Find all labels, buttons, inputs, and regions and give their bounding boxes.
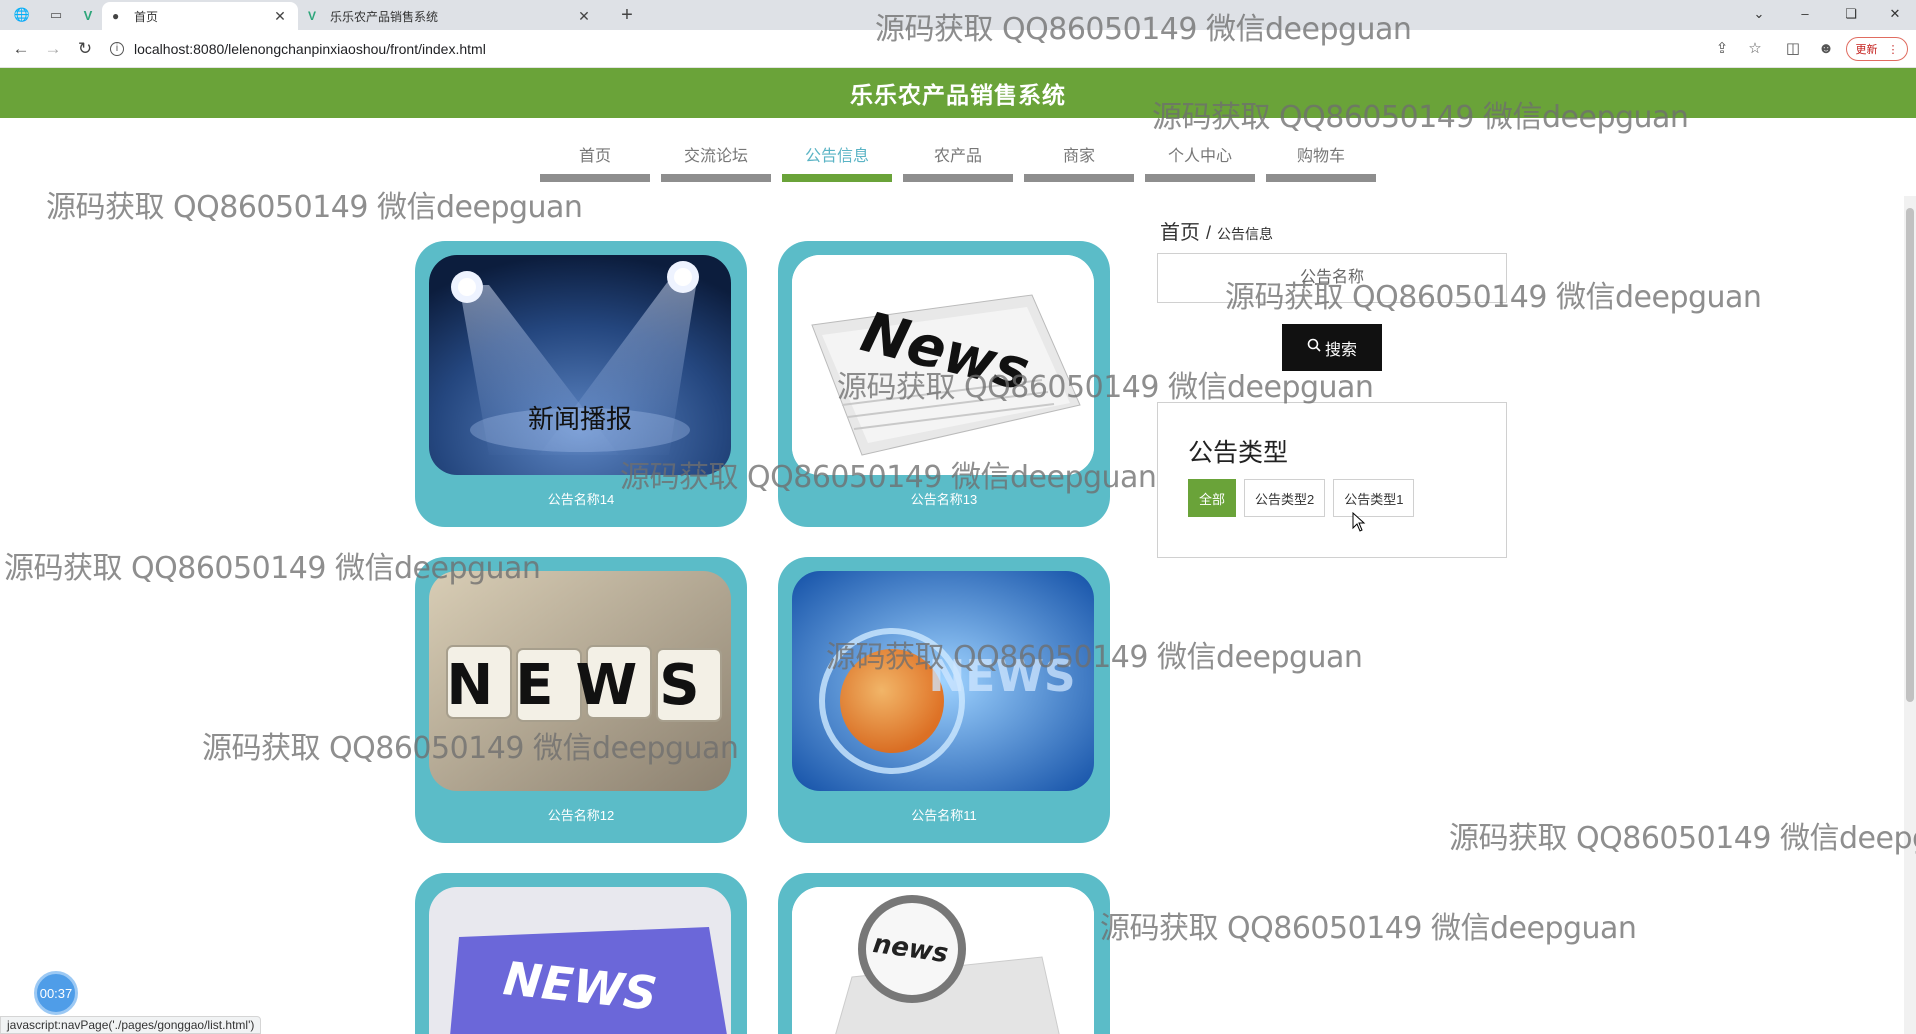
url-text: localhost:8080/lelenongchanpinxiaoshou/f… xyxy=(134,41,486,57)
search-button-label: 搜索 xyxy=(1324,341,1357,359)
breadcrumb-separator: / xyxy=(1206,223,1212,243)
card-title[interactable]: 公告名称13 xyxy=(778,489,1110,508)
tab-title: 首页 xyxy=(134,9,159,24)
pinned-tab-vue-icon[interactable]: V xyxy=(74,4,102,26)
pinned-tab-blank-icon[interactable]: ▭ xyxy=(42,4,70,26)
back-arrow-icon[interactable]: ← xyxy=(10,38,32,60)
announcement-image[interactable]: NEWS xyxy=(429,571,731,791)
nav-announcements[interactable]: 公告信息 xyxy=(782,132,892,182)
close-icon[interactable]: ✕ xyxy=(272,8,288,25)
nav-home[interactable]: 首页 xyxy=(540,132,650,182)
vue-icon: V xyxy=(308,9,317,23)
site-header: 乐乐农产品销售系统 xyxy=(0,68,1916,118)
breadcrumb-current: 公告信息 xyxy=(1217,226,1274,242)
status-bar-link-preview: javascript:navPage('./pages/gonggao/list… xyxy=(0,1016,262,1034)
announcement-card[interactable]: 新闻播报 公告名称14 xyxy=(415,241,747,527)
announcement-image[interactable]: NEWS xyxy=(792,571,1094,791)
address-bar-row: ← → ↻ i localhost:8080/lelenongchanpinxi… xyxy=(0,30,1916,68)
tab-home[interactable]: ● 首页 ✕ xyxy=(102,2,298,30)
minimize-icon[interactable]: – xyxy=(1790,2,1820,26)
image-caption: NEWS xyxy=(446,653,721,718)
page-scrollbar[interactable] xyxy=(1904,196,1916,1034)
window-close-icon[interactable]: ✕ xyxy=(1880,2,1910,26)
card-title[interactable]: 公告名称14 xyxy=(415,489,747,508)
breadcrumb: 首页 / 公告信息 xyxy=(1160,216,1273,245)
announcement-image[interactable]: NEWS xyxy=(429,887,731,1034)
announcement-image[interactable]: news xyxy=(792,887,1094,1034)
nav-personal-center[interactable]: 个人中心 xyxy=(1145,132,1255,182)
profile-avatar-icon[interactable]: ☻ xyxy=(1816,39,1836,59)
announcement-card[interactable]: NEWS 公告名称12 xyxy=(415,557,747,843)
share-icon[interactable]: ⇪ xyxy=(1712,39,1732,59)
tab-search-chevron-icon[interactable]: ⌄ xyxy=(1744,2,1774,26)
search-icon xyxy=(1307,338,1321,357)
globe-icon: ● xyxy=(112,9,120,23)
announcement-name-search-input[interactable] xyxy=(1157,253,1507,303)
type-filter-type1[interactable]: 公告类型1 xyxy=(1333,479,1415,517)
nav-products[interactable]: 农产品 xyxy=(903,132,1013,182)
search-button[interactable]: 搜索 xyxy=(1282,324,1382,371)
announcement-card[interactable]: NEWS xyxy=(415,873,747,1034)
watermark-text: 源码获取 QQ86050149 微信deepguan xyxy=(1100,911,1637,946)
announcement-card[interactable]: news xyxy=(778,873,1110,1034)
type-filter-all[interactable]: 全部 xyxy=(1188,479,1237,517)
recording-timer-badge: 00:37 xyxy=(34,971,78,1015)
url-field[interactable]: i localhost:8080/lelenongchanpinxiaoshou… xyxy=(110,36,1750,62)
mouse-pointer-icon xyxy=(1352,512,1366,532)
announcement-card[interactable]: NEWS 公告名称11 xyxy=(778,557,1110,843)
nav-cart[interactable]: 购物车 xyxy=(1266,132,1376,182)
card-title[interactable]: 公告名称12 xyxy=(415,805,747,824)
side-panel-icon[interactable]: ◫ xyxy=(1783,39,1803,59)
type-filter-list: 全部 公告类型2 公告类型1 xyxy=(1188,479,1415,517)
announcement-card[interactable]: News 公告名称13 xyxy=(778,241,1110,527)
announcement-image[interactable]: News xyxy=(792,255,1094,475)
image-caption: NEWS xyxy=(928,651,1075,702)
reload-icon[interactable]: ↻ xyxy=(74,38,96,60)
update-label: 更新 xyxy=(1855,44,1878,56)
card-title[interactable]: 公告名称11 xyxy=(778,805,1110,824)
bookmark-star-icon[interactable]: ☆ xyxy=(1745,39,1765,59)
tab-title: 乐乐农产品销售系统 xyxy=(330,9,439,24)
type-filter-type2[interactable]: 公告类型2 xyxy=(1244,479,1326,517)
image-caption: 新闻播报 xyxy=(528,405,632,435)
new-tab-plus-icon[interactable]: + xyxy=(616,4,638,26)
update-button[interactable]: 更新 ⋮ xyxy=(1846,37,1908,61)
pinned-tab-globe-icon[interactable]: 🌐 xyxy=(8,4,36,26)
close-icon[interactable]: ✕ xyxy=(576,8,592,25)
announcement-image[interactable]: 新闻播报 xyxy=(429,255,731,475)
browser-tab-strip: 🌐 ▭ V ● 首页 ✕ V 乐乐农产品销售系统 ✕ + ⌄ – ❏ ✕ xyxy=(0,0,1916,30)
type-panel-title: 公告类型 xyxy=(1188,439,1289,467)
restore-icon[interactable]: ❏ xyxy=(1836,2,1866,26)
site-info-icon[interactable]: i xyxy=(110,42,124,56)
scrollbar-thumb[interactable] xyxy=(1906,208,1914,702)
main-nav: 首页 交流论坛 公告信息 农产品 商家 个人中心 购物车 xyxy=(540,132,1387,182)
breadcrumb-home-link[interactable]: 首页 xyxy=(1160,216,1200,245)
watermark-text: 源码获取 QQ86050149 微信deepguan xyxy=(1449,821,1916,856)
watermark-text: 源码获取 QQ86050149 微信deepguan xyxy=(46,190,583,225)
nav-merchants[interactable]: 商家 xyxy=(1024,132,1134,182)
nav-forum[interactable]: 交流论坛 xyxy=(661,132,771,182)
forward-arrow-icon[interactable]: → xyxy=(42,38,64,60)
tab-site[interactable]: V 乐乐农产品销售系统 ✕ xyxy=(298,2,602,30)
more-vert-icon: ⋮ xyxy=(1887,43,1899,56)
announcement-type-panel: 公告类型 全部 公告类型2 公告类型1 xyxy=(1157,402,1507,558)
site-title: 乐乐农产品销售系统 xyxy=(850,82,1066,108)
